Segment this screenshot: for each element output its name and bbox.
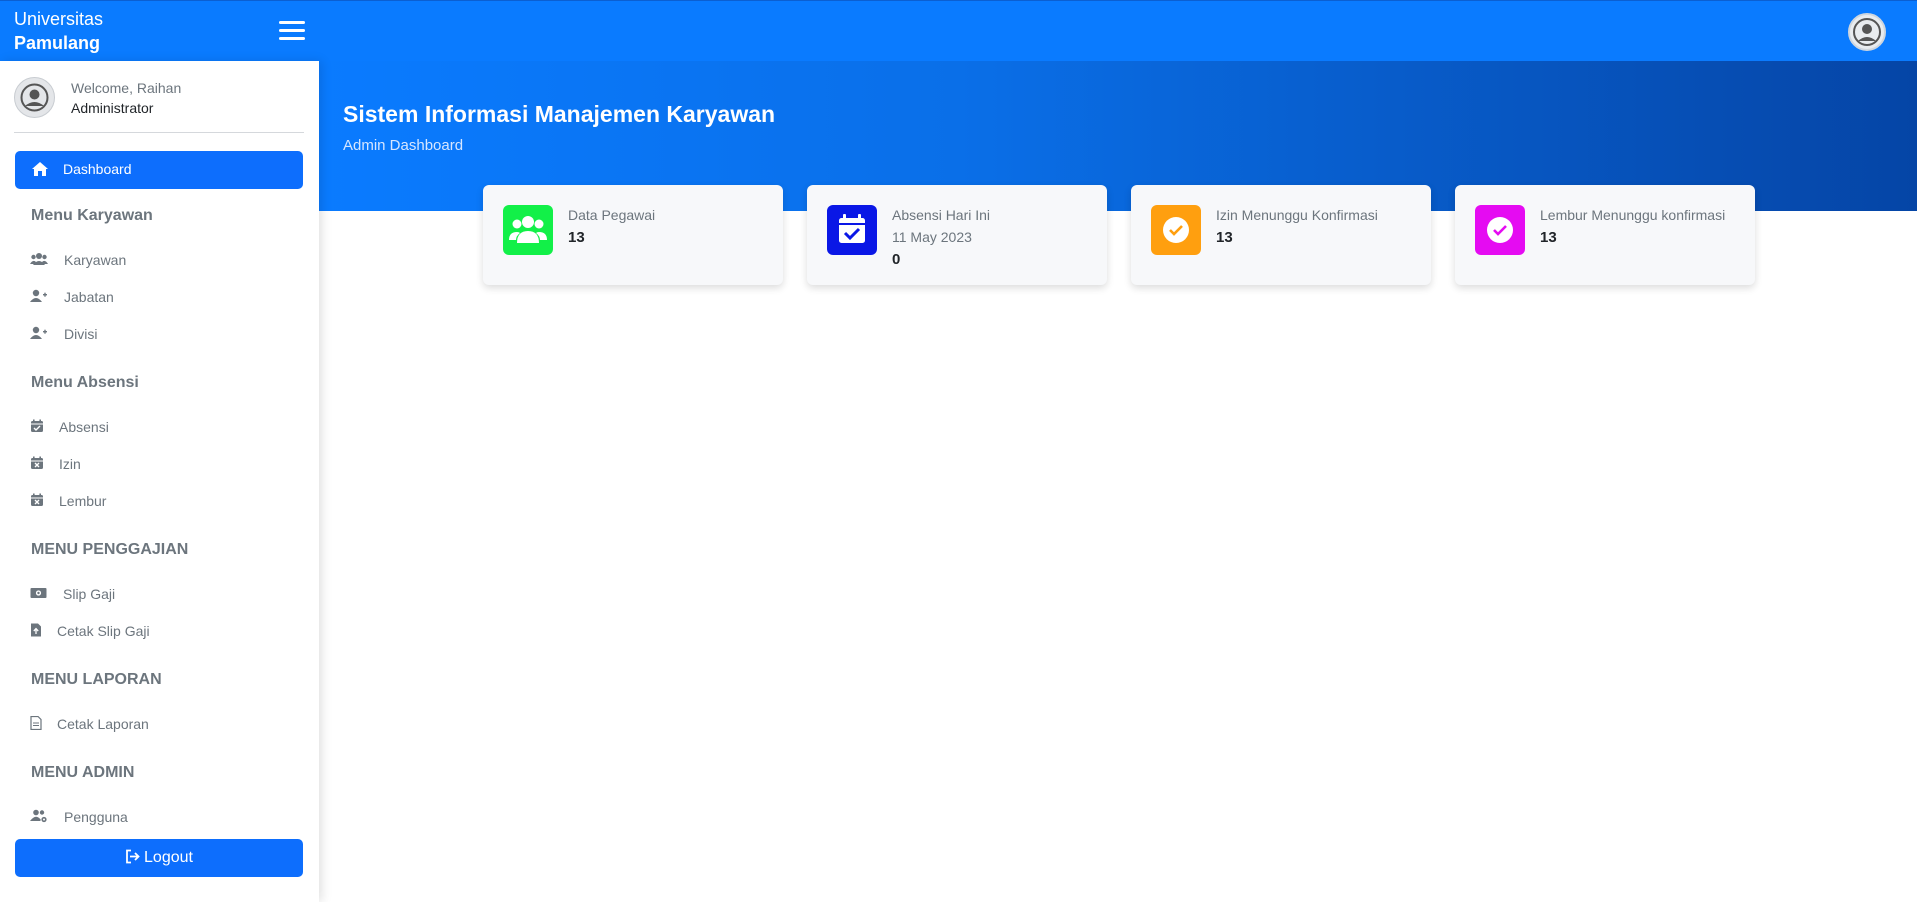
brand-line-1: Universitas bbox=[14, 9, 104, 29]
section-title-laporan: MENU LAPORAN bbox=[31, 671, 162, 688]
sidebar-item-label: Slip Gaji bbox=[63, 586, 116, 602]
profile-avatar-icon[interactable] bbox=[1848, 13, 1886, 51]
calendar-check-icon bbox=[827, 205, 877, 255]
section-title-penggajian: MENU PENGGAJIAN bbox=[31, 541, 189, 558]
sidebar-item-slip-gaji[interactable]: Slip Gaji bbox=[30, 581, 300, 607]
money-icon bbox=[30, 586, 47, 604]
check-circle-icon bbox=[1475, 205, 1525, 255]
sidebar-item-label: Jabatan bbox=[64, 289, 114, 305]
sidebar-item-label: Lembur bbox=[59, 493, 107, 509]
stat-card-data-pegawai[interactable]: Data Pegawai 13 bbox=[483, 185, 783, 285]
calendar-check-icon bbox=[30, 419, 44, 438]
section-title-absensi: Menu Absensi bbox=[31, 374, 139, 391]
brand-line-2: Pamulang bbox=[14, 33, 101, 53]
user-plus-icon bbox=[30, 289, 48, 308]
file-upload-icon bbox=[30, 623, 42, 642]
users-icon bbox=[30, 252, 48, 271]
sidebar-item-label: Divisi bbox=[64, 326, 98, 342]
check-circle-icon bbox=[1151, 205, 1201, 255]
user-plus-icon bbox=[30, 326, 48, 345]
page-title: Sistem Informasi Manajemen Karyawan bbox=[343, 101, 776, 127]
user-role: Administrator bbox=[71, 100, 154, 116]
card-value: 0 bbox=[892, 251, 901, 268]
sidebar-item-divisi[interactable]: Divisi bbox=[30, 321, 300, 347]
sidebar: Welcome, Raihan Administrator Dashboard … bbox=[0, 61, 319, 902]
logout-icon bbox=[125, 849, 141, 869]
sidebar-item-dashboard[interactable]: Dashboard bbox=[15, 151, 303, 189]
section-title-admin: MENU ADMIN bbox=[31, 764, 135, 781]
sidebar-item-label: Dashboard bbox=[63, 161, 132, 177]
sidebar-item-label: Izin bbox=[59, 456, 81, 472]
sidebar-item-cetak-laporan[interactable]: Cetak Laporan bbox=[30, 711, 300, 737]
stat-card-izin[interactable]: Izin Menunggu Konfirmasi 13 bbox=[1131, 185, 1431, 285]
file-icon bbox=[30, 715, 42, 735]
users-gear-icon bbox=[30, 809, 48, 828]
logout-button[interactable]: Logout bbox=[15, 839, 303, 877]
calendar-x-icon bbox=[30, 456, 44, 475]
sidebar-item-izin[interactable]: Izin bbox=[30, 451, 300, 477]
user-avatar-icon bbox=[14, 77, 55, 118]
sidebar-item-pengguna[interactable]: Pengguna bbox=[30, 804, 300, 830]
sidebar-item-label: Pengguna bbox=[64, 809, 128, 825]
welcome-text: Welcome, Raihan bbox=[71, 80, 182, 96]
logout-label: Logout bbox=[144, 849, 193, 866]
card-title: Lembur Menunggu konfirmasi bbox=[1540, 207, 1726, 223]
stat-card-lembur[interactable]: Lembur Menunggu konfirmasi 13 bbox=[1455, 185, 1755, 285]
sidebar-item-label: Cetak Laporan bbox=[57, 716, 149, 732]
section-title-karyawan: Menu Karyawan bbox=[31, 207, 153, 224]
page-subtitle: Admin Dashboard bbox=[343, 137, 464, 154]
stat-card-absensi-hari-ini[interactable]: Absensi Hari Ini 11 May 2023 0 bbox=[807, 185, 1107, 285]
card-value: 13 bbox=[1216, 229, 1233, 246]
brand-logo[interactable]: Universitas Pamulang bbox=[14, 8, 294, 56]
sidebar-item-label: Absensi bbox=[59, 419, 109, 435]
top-navbar: Universitas Pamulang bbox=[0, 0, 1917, 61]
menu-toggle-icon[interactable] bbox=[279, 21, 305, 41]
calendar-x-icon bbox=[30, 493, 44, 512]
sidebar-item-label: Karyawan bbox=[64, 252, 127, 268]
sidebar-item-label: Cetak Slip Gaji bbox=[57, 623, 150, 639]
card-date: 11 May 2023 bbox=[892, 229, 972, 245]
home-icon bbox=[31, 161, 49, 182]
sidebar-item-jabatan[interactable]: Jabatan bbox=[30, 284, 300, 310]
card-value: 13 bbox=[1540, 229, 1557, 246]
users-icon bbox=[503, 205, 553, 255]
card-title: Data Pegawai bbox=[568, 207, 656, 223]
card-title: Absensi Hari Ini bbox=[892, 207, 991, 223]
sidebar-item-cetak-slip-gaji[interactable]: Cetak Slip Gaji bbox=[30, 618, 300, 644]
sidebar-item-karyawan[interactable]: Karyawan bbox=[30, 247, 300, 273]
sidebar-item-absensi[interactable]: Absensi bbox=[30, 414, 300, 440]
card-title: Izin Menunggu Konfirmasi bbox=[1216, 207, 1378, 223]
user-panel: Welcome, Raihan Administrator bbox=[14, 77, 304, 133]
card-value: 13 bbox=[568, 229, 585, 246]
sidebar-item-lembur[interactable]: Lembur bbox=[30, 488, 300, 514]
